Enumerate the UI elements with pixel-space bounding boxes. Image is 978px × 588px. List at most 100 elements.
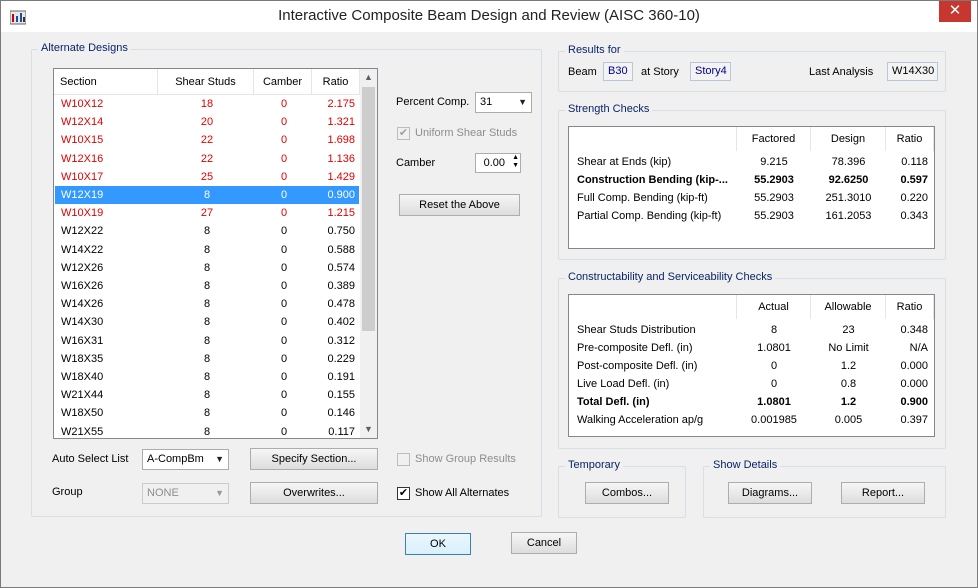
service-name-cell: Shear Studs Distribution bbox=[577, 324, 696, 336]
section-cell: W21X55 bbox=[61, 425, 104, 438]
story-label: at Story bbox=[641, 66, 679, 78]
last-analysis-field: W14X30 bbox=[887, 62, 938, 81]
uniform-shear-studs-checkbox[interactable]: ✔ bbox=[397, 127, 410, 140]
list-item[interactable]: W12X16 22 0 1.136 bbox=[55, 150, 359, 168]
camber-cell: 0 bbox=[280, 280, 288, 292]
service-col-ratio: Ratio bbox=[886, 295, 934, 319]
group-select[interactable]: NONE ▼ bbox=[142, 483, 229, 504]
list-item[interactable]: W14X22 8 0 0.588 bbox=[55, 241, 359, 259]
shear-studs-cell: 8 bbox=[203, 298, 211, 311]
ok-button[interactable]: OK bbox=[405, 533, 471, 555]
combos-button[interactable]: Combos... bbox=[585, 482, 669, 504]
service-ratio-cell: 0.397 bbox=[900, 414, 928, 426]
alternate-designs-label: Alternate Designs bbox=[38, 42, 131, 54]
camber-cell: 0 bbox=[280, 207, 288, 220]
section-cell: W14X22 bbox=[61, 243, 104, 256]
camber-cell: 0 bbox=[280, 134, 288, 147]
cancel-button[interactable]: Cancel bbox=[511, 532, 577, 554]
window-title: Interactive Composite Beam Design and Re… bbox=[278, 7, 700, 24]
col-shear-studs[interactable]: Shear Studs bbox=[158, 69, 254, 95]
strength-value1-cell: 55.2903 bbox=[754, 192, 794, 204]
list-item[interactable]: W12X22 8 0 0.750 bbox=[55, 222, 359, 240]
list-item[interactable]: W14X30 8 0 0.402 bbox=[55, 313, 359, 331]
dialog-window: Interactive Composite Beam Design and Re… bbox=[0, 0, 978, 588]
section-cell: W10X19 bbox=[61, 207, 104, 220]
show-group-results-label: Show Group Results bbox=[415, 453, 516, 465]
list-item[interactable]: W16X26 8 0 0.389 bbox=[55, 277, 359, 295]
list-item[interactable]: W21X55 8 0 0.117 bbox=[55, 423, 359, 438]
list-item[interactable]: W12X26 8 0 0.574 bbox=[55, 259, 359, 277]
overwrites-button[interactable]: Overwrites... bbox=[250, 482, 378, 504]
show-group-results-checkbox[interactable] bbox=[397, 453, 410, 466]
list-item[interactable]: W10X15 22 0 1.698 bbox=[55, 131, 359, 149]
list-header: Section Shear Studs Camber Ratio bbox=[54, 69, 360, 95]
scroll-down-icon[interactable]: ▼ bbox=[360, 421, 377, 438]
ratio-cell: 0.750 bbox=[327, 225, 355, 238]
shear-studs-cell: 25 bbox=[200, 170, 214, 183]
section-cell: W18X40 bbox=[61, 371, 104, 383]
list-item[interactable]: W18X50 8 0 0.146 bbox=[55, 404, 359, 422]
section-cell: W10X12 bbox=[61, 98, 104, 110]
service-value2-cell: 1.2 bbox=[840, 360, 857, 372]
list-item[interactable]: W21X44 8 0 0.155 bbox=[55, 386, 359, 404]
shear-studs-cell: 8 bbox=[203, 316, 211, 329]
list-item[interactable]: W18X35 8 0 0.229 bbox=[55, 350, 359, 368]
col-ratio[interactable]: Ratio bbox=[312, 69, 360, 95]
auto-select-list-select[interactable]: A-CompBm ▼ bbox=[142, 449, 229, 470]
section-cell: W16X26 bbox=[61, 280, 104, 292]
ratio-cell: 0.402 bbox=[327, 316, 355, 329]
alternate-designs-list[interactable]: Section Shear Studs Camber Ratio W10X12 1… bbox=[53, 68, 378, 439]
ratio-cell: 0.117 bbox=[328, 425, 355, 438]
service-ratio-cell: 0.348 bbox=[900, 324, 928, 336]
list-item[interactable]: W12X19 8 0 0.900 bbox=[55, 186, 359, 204]
service-ratio-cell: 0.000 bbox=[900, 360, 928, 372]
camber-cell: 0 bbox=[280, 352, 288, 365]
list-item[interactable]: W10X12 18 0 2.175 bbox=[55, 95, 359, 113]
list-item[interactable]: W10X17 25 0 1.429 bbox=[55, 168, 359, 186]
temporary-label: Temporary bbox=[565, 459, 623, 471]
list-item[interactable]: W12X14 20 0 1.321 bbox=[55, 113, 359, 131]
service-value1-cell: 1.0801 bbox=[757, 396, 791, 408]
strength-col-design: Design bbox=[811, 127, 886, 151]
spinner-arrows-icon[interactable]: ▲ ▼ bbox=[512, 154, 519, 170]
list-item[interactable]: W10X19 27 0 1.215 bbox=[55, 204, 359, 222]
shear-studs-cell: 8 bbox=[203, 334, 211, 347]
strength-value1-cell: 55.2903 bbox=[754, 174, 794, 186]
list-scrollbar[interactable]: ▲ ▼ bbox=[360, 69, 377, 438]
camber-cell: 0 bbox=[280, 389, 288, 402]
shear-studs-cell: 8 bbox=[203, 243, 211, 256]
list-item[interactable]: W14X26 8 0 0.478 bbox=[55, 295, 359, 313]
diagrams-button[interactable]: Diagrams... bbox=[728, 482, 812, 504]
strength-col-ratio: Ratio bbox=[886, 127, 934, 151]
strength-name-cell: Full Comp. Bending (kip-ft) bbox=[577, 192, 708, 204]
last-analysis-label: Last Analysis bbox=[809, 66, 874, 78]
camber-cell: 0 bbox=[280, 407, 288, 420]
auto-select-value: A-CompBm bbox=[147, 453, 204, 465]
section-cell: W12X14 bbox=[61, 116, 104, 129]
list-item[interactable]: W18X40 8 0 0.191 bbox=[55, 368, 359, 386]
report-button[interactable]: Report... bbox=[841, 482, 925, 504]
shear-studs-cell: 8 bbox=[203, 225, 211, 238]
ratio-cell: 1.429 bbox=[327, 170, 355, 183]
camber-cell: 0 bbox=[280, 298, 288, 311]
strength-ratio-cell: 0.220 bbox=[900, 192, 928, 204]
specify-section-button[interactable]: Specify Section... bbox=[250, 448, 378, 470]
service-value2-cell: 0.8 bbox=[840, 378, 857, 390]
scroll-up-icon[interactable]: ▲ bbox=[360, 69, 377, 86]
camber-spinner[interactable]: 0.00 ▲ ▼ bbox=[475, 153, 521, 173]
ratio-cell: 0.574 bbox=[327, 261, 355, 274]
show-all-alternates-checkbox[interactable]: ✔ bbox=[397, 487, 410, 500]
list-item[interactable]: W16X31 8 0 0.312 bbox=[55, 332, 359, 350]
camber-cell: 0 bbox=[280, 371, 288, 383]
col-camber[interactable]: Camber bbox=[254, 69, 312, 95]
scroll-thumb[interactable] bbox=[362, 87, 375, 331]
show-details-label: Show Details bbox=[710, 459, 781, 471]
camber-label: Camber bbox=[396, 157, 436, 169]
reset-the-above-button[interactable]: Reset the Above bbox=[399, 194, 520, 216]
percent-comp-select[interactable]: 31 ▼ bbox=[475, 92, 532, 113]
strength-col-factored: Factored bbox=[737, 127, 811, 151]
col-section[interactable]: Section bbox=[54, 69, 158, 95]
camber-value: 0.00 bbox=[483, 157, 505, 169]
camber-cell: 0 bbox=[280, 334, 288, 347]
close-button[interactable]: ✕ bbox=[939, 1, 971, 22]
